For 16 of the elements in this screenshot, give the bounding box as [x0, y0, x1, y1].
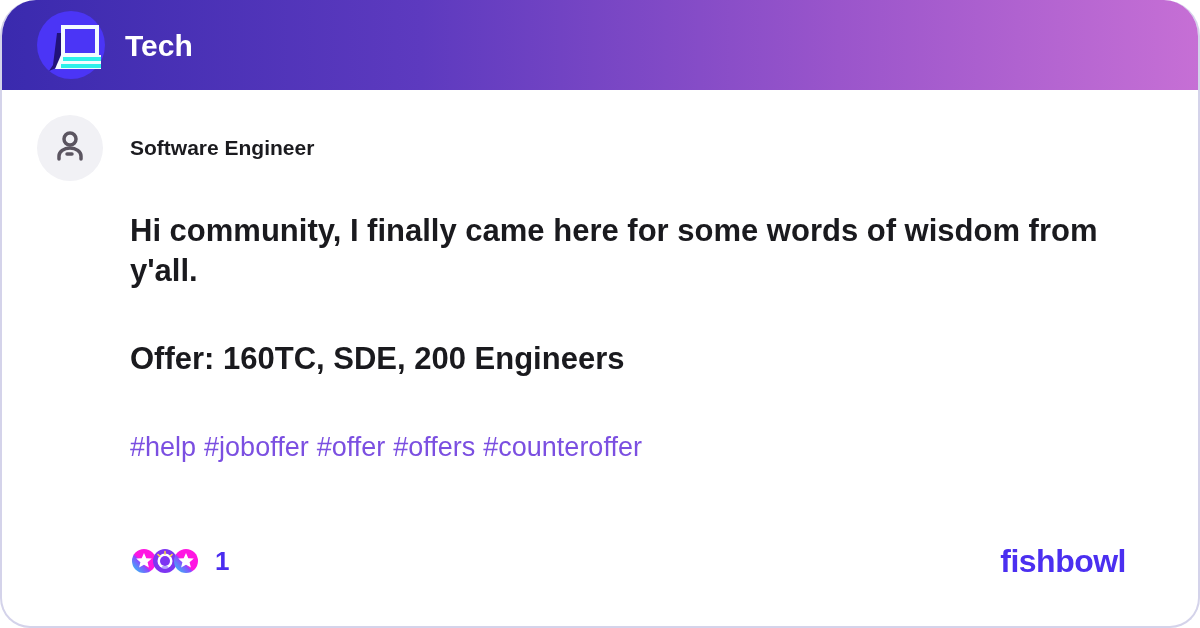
- post-text: Hi community, I finally came here for some words of wisdom from y'all.: [130, 212, 1099, 290]
- user-avatar-icon: [37, 115, 103, 181]
- author-name: Software Engineer: [130, 135, 315, 162]
- community-title: Tech: [125, 27, 193, 64]
- brand-logo: fishbowl: [1000, 542, 1126, 581]
- hashtag-link[interactable]: #counteroffer: [483, 427, 642, 468]
- hashtag-link[interactable]: #help: [130, 427, 197, 468]
- hashtag-link[interactable]: #joboffer: [204, 427, 309, 468]
- laptop-logo-icon: [37, 11, 105, 79]
- hashtag-link[interactable]: #offer: [316, 427, 386, 468]
- lightbulb-reaction-icon: [153, 549, 177, 573]
- hashtag-link[interactable]: #offers: [393, 427, 476, 468]
- star-reaction-icon: [174, 549, 198, 573]
- reaction-count: 1: [215, 544, 230, 578]
- star-reaction-icon: [132, 549, 156, 573]
- post-text: Offer: 160TC, SDE, 200 Engineers: [130, 340, 626, 378]
